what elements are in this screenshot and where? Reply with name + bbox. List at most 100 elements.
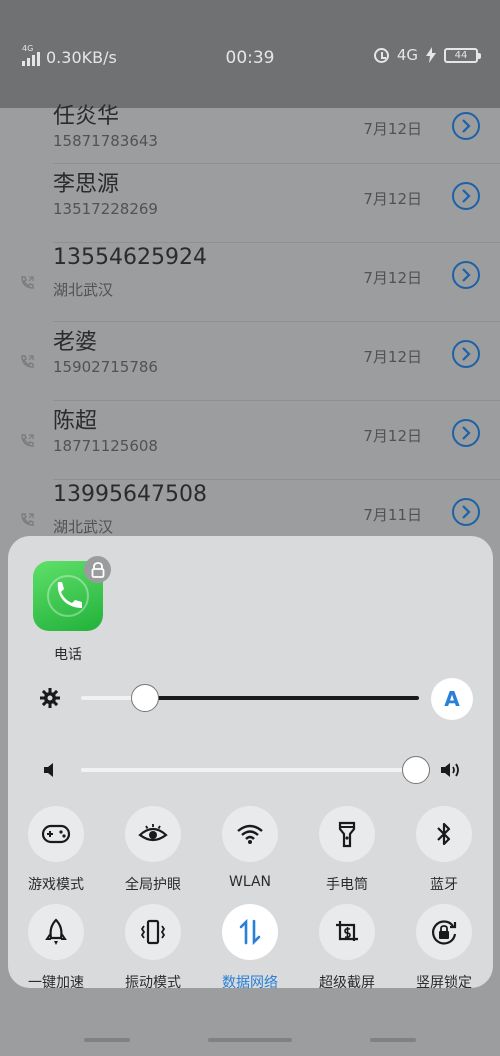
toggle-label: 全局护眼 [125, 877, 181, 893]
auto-brightness-button[interactable]: A [431, 678, 473, 720]
chevron-right-icon [462, 426, 471, 440]
toggle-bluetooth[interactable]: 蓝牙 [396, 806, 492, 894]
contact-number: 13517228269 [53, 200, 158, 218]
call-log-row[interactable]: 13554625924 湖北武汉 7月12日 [0, 243, 500, 322]
charging-icon [426, 47, 436, 63]
toggle-label: 超级截屏 [319, 975, 375, 991]
call-date: 7月12日 [363, 348, 422, 366]
eye-icon [125, 806, 181, 862]
outgoing-call-icon [21, 276, 34, 289]
bluetooth-icon [416, 806, 472, 862]
contact-info-button[interactable] [452, 340, 480, 368]
contact-name: 李思源 [53, 172, 120, 197]
app-label: 电话 [54, 647, 82, 663]
brightness-gear-icon [36, 684, 64, 712]
network-type: 4G [396, 46, 418, 64]
alarm-clock-icon [373, 47, 389, 63]
brightness-slider-thumb[interactable] [131, 684, 160, 712]
outgoing-call-icon [21, 513, 34, 526]
lock-badge[interactable] [84, 556, 111, 583]
toggle-row-1: 游戏模式 全局护眼 WLAN 手电筒 蓝牙 [8, 806, 493, 904]
toggle-label: 手电筒 [326, 877, 368, 893]
toggle-eye-care[interactable]: 全局护眼 [105, 806, 201, 894]
menu-key[interactable] [84, 1038, 130, 1042]
wifi-icon [222, 806, 278, 862]
call-log-row[interactable]: 陈超 18771125608 7月12日 [0, 401, 500, 480]
brightness-slider[interactable] [81, 684, 419, 712]
data-arrows-icon [222, 904, 278, 960]
control-center-panel: 电话 A 游戏模式 全局护眼 WLAN 手电筒 蓝牙 一键加速 振动模式 数据网… [8, 536, 493, 991]
toggle-boost[interactable]: 一键加速 [8, 904, 104, 992]
toggle-label: 游戏模式 [28, 877, 84, 893]
call-date: 7月11日 [363, 506, 422, 524]
chevron-right-icon [462, 119, 471, 133]
contact-name: 陈超 [53, 409, 98, 434]
toggle-rotation-lock[interactable]: 竖屏锁定 [396, 904, 492, 992]
toggle-vibrate[interactable]: 振动模式 [105, 904, 201, 992]
outgoing-call-icon [21, 355, 34, 368]
volume-slider[interactable] [81, 756, 430, 784]
call-date: 7月12日 [363, 427, 422, 445]
screenshot-icon [319, 904, 375, 960]
toggle-row-2: 一键加速 振动模式 数据网络 超级截屏 竖屏锁定 [8, 904, 493, 1002]
call-date: 7月12日 [363, 269, 422, 287]
contact-number: 18771125608 [53, 437, 158, 455]
contact-location: 湖北武汉 [53, 281, 114, 299]
contact-info-button[interactable] [452, 112, 480, 140]
toggle-super-screenshot[interactable]: 超级截屏 [299, 904, 395, 992]
call-date: 7月12日 [363, 120, 422, 138]
call-log-row[interactable]: 李思源 13517228269 7月12日 [0, 164, 500, 243]
call-date: 7月12日 [363, 190, 422, 208]
contact-name: 老婆 [53, 330, 98, 355]
chevron-right-icon [462, 505, 471, 519]
contact-name: 13554625924 [53, 245, 207, 270]
volume-control [8, 750, 493, 790]
volume-low-icon [36, 756, 64, 784]
contact-location: 湖北武汉 [53, 518, 114, 536]
contact-info-button[interactable] [452, 419, 480, 447]
brightness-control: A [8, 678, 493, 720]
navigation-bar [0, 1030, 500, 1056]
chevron-right-icon [462, 268, 471, 282]
contact-number: 15902715786 [53, 358, 158, 376]
volume-slider-thumb[interactable] [401, 756, 430, 784]
volume-high-icon [437, 756, 465, 784]
rotation-lock-icon [416, 904, 472, 960]
status-bar: 4G 0.30KB/s 00:39 4G 44 [0, 0, 500, 108]
flashlight-icon [319, 806, 375, 862]
gamepad-icon [28, 806, 84, 862]
call-log-row[interactable]: 任炎华 15871783643 7月12日 [0, 104, 500, 164]
rocket-icon [28, 904, 84, 960]
call-log-list: 任炎华 15871783643 7月12日 李思源 13517228269 7月… [0, 104, 500, 559]
toggle-label: WLAN [228, 874, 271, 890]
contact-name: 13995647508 [53, 482, 207, 507]
contact-number: 15871783643 [53, 132, 158, 150]
battery-icon: 44 [444, 47, 481, 63]
toggle-flashlight[interactable]: 手电筒 [299, 806, 395, 894]
chevron-right-icon [462, 347, 471, 361]
toggle-mobile-data[interactable]: 数据网络 [202, 904, 298, 992]
call-log-row[interactable]: 老婆 15902715786 7月12日 [0, 322, 500, 401]
status-right: 4G 44 [373, 46, 481, 64]
padlock-icon [91, 561, 104, 578]
toggle-label: 振动模式 [125, 975, 181, 991]
outgoing-call-icon [21, 434, 34, 447]
contact-info-button[interactable] [452, 182, 480, 210]
contact-info-button[interactable] [452, 498, 480, 526]
phone-icon [47, 575, 89, 617]
contact-info-button[interactable] [452, 261, 480, 289]
toggle-label: 数据网络 [222, 975, 278, 991]
brightness-track-fill [145, 696, 419, 700]
toggle-wlan[interactable]: WLAN [202, 806, 298, 890]
chevron-right-icon [462, 189, 471, 203]
home-key[interactable] [208, 1038, 292, 1042]
toggle-label: 蓝牙 [430, 877, 458, 893]
back-key[interactable] [370, 1038, 416, 1042]
quick-toggles: 游戏模式 全局护眼 WLAN 手电筒 蓝牙 一键加速 振动模式 数据网络 超级截… [8, 806, 493, 1002]
contact-name: 任炎华 [53, 104, 120, 129]
volume-track-fill [81, 768, 416, 772]
vibrate-icon [125, 904, 181, 960]
toggle-label: 一键加速 [28, 975, 84, 991]
toggle-label: 竖屏锁定 [416, 975, 472, 991]
toggle-game-mode[interactable]: 游戏模式 [8, 806, 104, 894]
